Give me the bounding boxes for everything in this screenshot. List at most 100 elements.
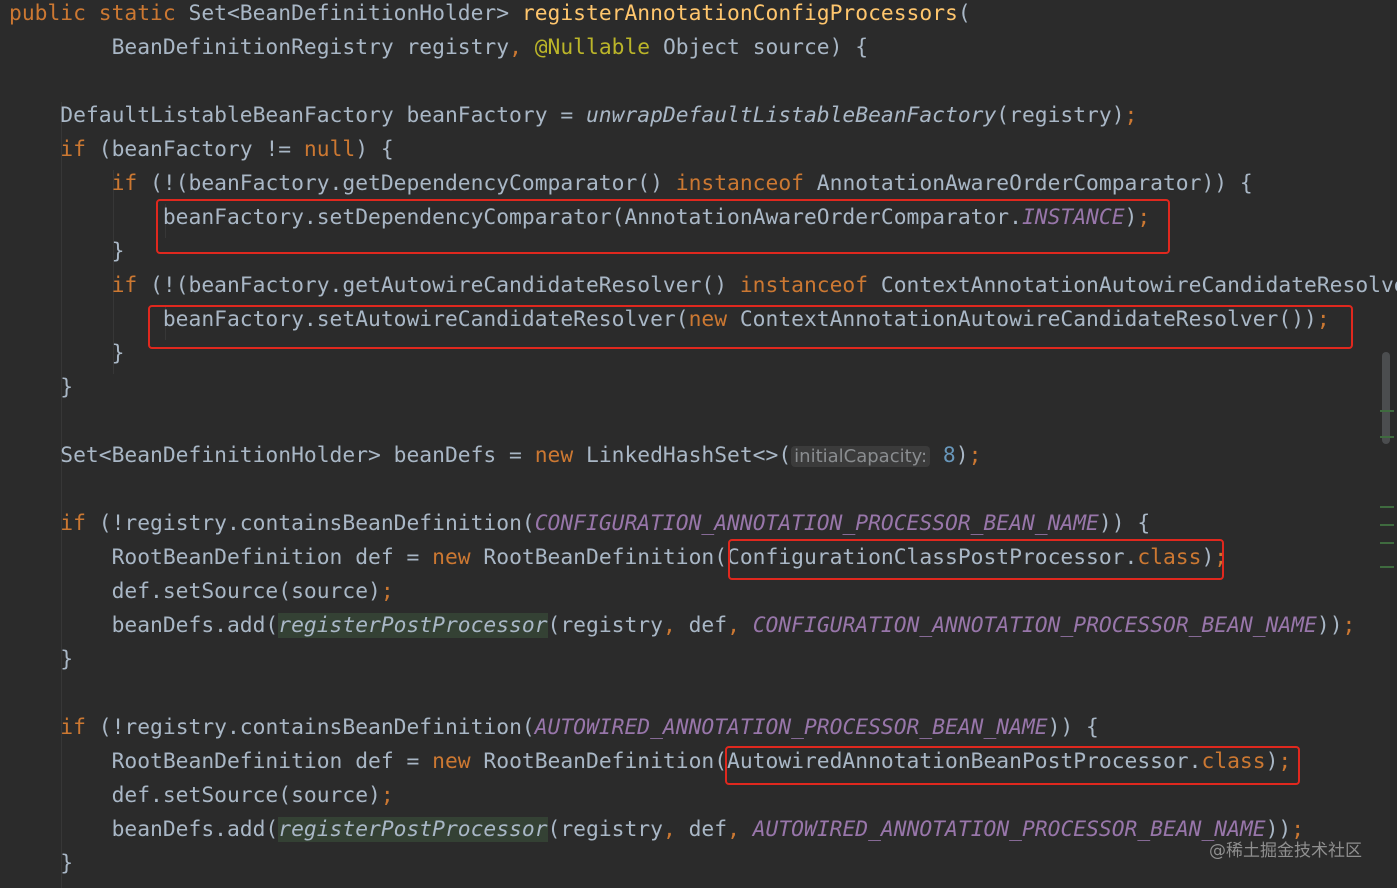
change-marker [1380, 566, 1394, 568]
code-editor[interactable]: public static Set<BeanDefinitionHolder> … [0, 0, 1397, 888]
code-token: ; [380, 783, 394, 808]
code-token: @Nullable [534, 35, 651, 60]
code-line[interactable]: beanDefs.add(registerPostProcessor(regis… [9, 609, 1355, 643]
code-token: (!registry.containsBeanDefinition( [98, 511, 535, 536]
code-line[interactable]: if (beanFactory != null) { [9, 133, 394, 167]
code-token: Set<BeanDefinitionHolder> beanDefs = [9, 443, 535, 468]
code-token: (!registry.containsBeanDefinition( [98, 715, 535, 740]
change-marker [1380, 524, 1394, 526]
code-token: CONFIGURATION_ANNOTATION_PROCESSOR_BEAN_… [534, 511, 1099, 536]
code-token: , [662, 817, 689, 842]
code-token: )) { [1047, 715, 1099, 740]
code-token: BeanDefinitionRegistry registry [9, 35, 510, 60]
code-token: registerPostProcessor [278, 613, 548, 638]
code-token: if [60, 511, 99, 536]
code-token: 8 [942, 443, 956, 468]
code-line[interactable]: } [9, 371, 73, 405]
parameter-hint: initialCapacity: [791, 446, 931, 467]
code-token: (!(beanFactory.getAutowireCandidateResol… [150, 273, 740, 298]
code-token: RootBeanDefinition def = [9, 749, 433, 774]
code-token: ; [1342, 613, 1356, 638]
code-line[interactable]: def.setSource(source); [9, 575, 394, 609]
code-token: def.setSource(source) [9, 579, 381, 604]
code-line[interactable]: } [9, 847, 73, 881]
code-line[interactable]: BeanDefinitionRegistry registry, @Nullab… [9, 31, 869, 65]
code-token: beanDefs.add( [9, 613, 279, 638]
code-token: ; [968, 443, 982, 468]
code-token: (beanFactory != [98, 137, 304, 162]
code-line[interactable]: } [9, 337, 125, 371]
code-token: ; [380, 579, 394, 604]
code-token: new [432, 545, 484, 570]
code-token: )) { [1098, 511, 1151, 536]
code-token: Object source) { [650, 35, 869, 60]
code-token: , [727, 817, 753, 842]
code-token: def.setSource(source) [9, 783, 381, 808]
code-line[interactable]: def.setSource(source); [9, 779, 394, 813]
code-token: (registry [547, 817, 663, 842]
code-token: , [509, 35, 535, 60]
code-token: ( [957, 1, 971, 26]
code-token: unwrapDefaultListableBeanFactory [585, 103, 997, 128]
code-line[interactable]: if (!(beanFactory.getDependencyComparato… [9, 167, 1253, 201]
code-token: } [9, 239, 125, 264]
code-line[interactable]: if (!(beanFactory.getAutowireCandidateRe… [9, 269, 1397, 303]
change-marker [1380, 410, 1394, 412]
highlight-box-set-dependency-comparator [156, 199, 1170, 254]
code-token: } [9, 851, 74, 876]
highlight-box-autowired-annotation-bean-post-processor [725, 746, 1300, 785]
code-token: public static [9, 1, 189, 26]
code-token: (registry [547, 613, 663, 638]
code-token: ; [1124, 103, 1138, 128]
code-token: (registry) [996, 103, 1125, 128]
code-line[interactable]: if (!registry.containsBeanDefinition(AUT… [9, 711, 1099, 745]
code-token: instanceof [739, 273, 881, 298]
code-token: CONFIGURATION_ANNOTATION_PROCESSOR_BEAN_… [752, 613, 1317, 638]
code-token: null [303, 137, 356, 162]
code-line[interactable]: DefaultListableBeanFactory beanFactory =… [9, 99, 1137, 133]
code-token: AUTOWIRED_ANNOTATION_PROCESSOR_BEAN_NAME [752, 817, 1266, 842]
code-line[interactable]: beanDefs.add(registerPostProcessor(regis… [9, 813, 1304, 847]
code-token: if [60, 137, 99, 162]
code-token: ) [955, 443, 969, 468]
change-marker [1380, 436, 1394, 438]
code-token: , [727, 613, 753, 638]
watermark: @稀土掘金技术社区 [1209, 841, 1362, 861]
code-token: registerPostProcessor [278, 817, 548, 842]
code-token: new [432, 749, 484, 774]
code-token: ) { [355, 137, 394, 162]
code-line[interactable]: Set<BeanDefinitionHolder> beanDefs = new… [9, 439, 981, 473]
code-token: if [111, 171, 151, 196]
code-token: AnnotationAwareOrderComparator)) { [816, 171, 1253, 196]
change-marker [1380, 542, 1394, 544]
code-token: registerAnnotationConfigProcessors [521, 1, 958, 26]
code-line[interactable]: } [9, 643, 73, 677]
code-token: def [688, 817, 728, 842]
vertical-scrollbar-thumb[interactable] [1382, 352, 1390, 444]
code-line[interactable]: public static Set<BeanDefinitionHolder> … [9, 0, 971, 31]
code-token: if [111, 273, 151, 298]
code-token: DefaultListableBeanFactory beanFactory = [9, 103, 586, 128]
highlight-box-set-autowire-candidate-resolver [148, 305, 1353, 349]
code-line[interactable]: if (!registry.containsBeanDefinition(CON… [9, 507, 1150, 541]
code-token: (!(beanFactory.getDependencyComparator() [150, 171, 676, 196]
code-token: RootBeanDefinition def = [9, 545, 433, 570]
code-token: , [662, 613, 689, 638]
code-line[interactable]: } [9, 235, 125, 269]
code-token: new [534, 443, 586, 468]
code-token: instanceof [675, 171, 817, 196]
code-token: } [9, 647, 74, 672]
code-token: )) [1316, 613, 1343, 638]
code-token: ContextAnnotationAutowireCandidateResolv… [880, 273, 1397, 298]
highlight-box-configuration-class-post-processor [728, 539, 1224, 580]
code-token: Set<BeanDefinitionHolder> [188, 1, 522, 26]
code-token: AUTOWIRED_ANNOTATION_PROCESSOR_BEAN_NAME [534, 715, 1048, 740]
code-token: if [60, 715, 99, 740]
code-token: } [9, 375, 74, 400]
